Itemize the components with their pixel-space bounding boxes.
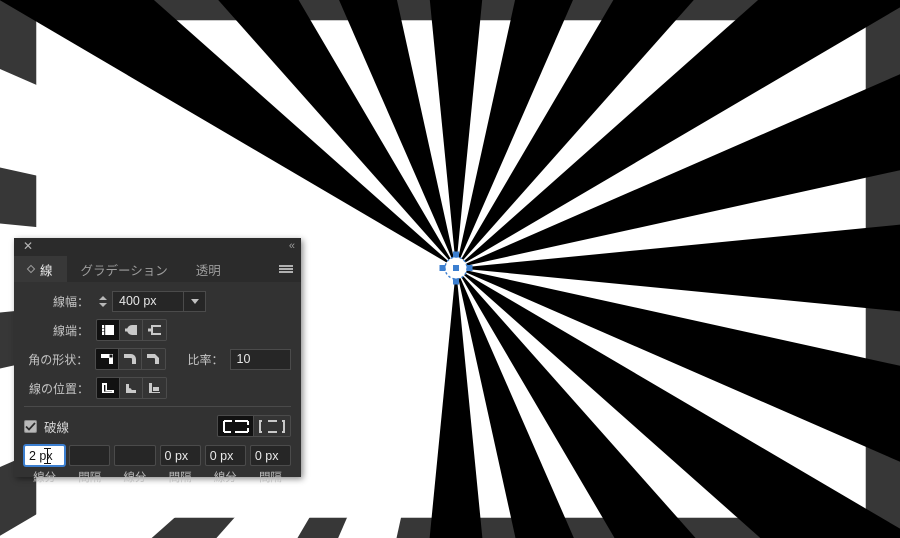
stroke-panel[interactable]: ✕ « 線 グラデーション 透明 線幅： 400 px 線端： 角の形状： 比率… <box>14 238 301 484</box>
dash-cell-4: 0 px 間隔 <box>159 445 201 485</box>
dash-caption-4: 間隔 <box>168 472 192 484</box>
dash-caption-1: 線分 <box>33 472 57 484</box>
close-icon[interactable]: ✕ <box>22 240 34 252</box>
round-join-icon[interactable] <box>119 349 142 369</box>
stroke-cap-group <box>96 319 167 341</box>
stroke-diamond-icon <box>26 264 36 274</box>
dashed-line-checkbox[interactable] <box>24 419 37 433</box>
menu-bar-3 <box>279 271 293 273</box>
chevron-down-icon <box>190 298 199 304</box>
dash-input-1[interactable]: 2 px <box>24 445 66 466</box>
dashed-line-row: 破線 <box>24 415 291 437</box>
dash-cell-6: 0 px 間隔 <box>249 445 292 485</box>
tab-stroke-label: 線 <box>40 263 53 278</box>
stepper-up-icon <box>99 295 107 300</box>
projecting-cap-icon[interactable] <box>143 320 166 340</box>
stroke-align-label: 線の位置： <box>28 381 89 396</box>
panel-menu-icon[interactable] <box>279 256 293 282</box>
round-cap-icon[interactable] <box>120 320 143 340</box>
stroke-corner-label: 角の形状： <box>28 352 89 367</box>
miter-ratio-label: 比率： <box>187 352 224 367</box>
stroke-align-group <box>96 377 167 399</box>
butt-cap-icon[interactable] <box>97 320 120 340</box>
dash-cell-1: 2 px 線分 <box>24 445 66 485</box>
dash-caption-5: 線分 <box>213 472 237 484</box>
align-center-icon[interactable] <box>97 378 120 398</box>
stroke-cap-label: 線端： <box>52 323 89 338</box>
stroke-cap-row: 線端： <box>24 319 291 341</box>
panel-tabbar: 線 グラデーション 透明 <box>14 256 301 282</box>
dash-input-5[interactable]: 0 px <box>204 445 246 466</box>
miter-ratio-input[interactable]: 10 <box>229 348 291 370</box>
tab-stroke[interactable]: 線 <box>14 256 67 282</box>
dash-alignment-group <box>217 415 291 437</box>
dash-cell-2: 間隔 <box>69 445 111 485</box>
stroke-align-row: 線の位置： <box>24 377 291 399</box>
menu-bar-2 <box>279 268 293 270</box>
dash-preserve-exact-icon[interactable] <box>218 416 254 436</box>
stroke-weight-row: 線幅： 400 px <box>24 290 291 312</box>
bevel-join-icon[interactable] <box>141 349 165 369</box>
dash-caption-3: 線分 <box>123 472 147 484</box>
dash-input-3[interactable] <box>114 445 156 466</box>
align-outside-icon[interactable] <box>143 378 166 398</box>
stroke-weight-input[interactable]: 400 px <box>112 290 184 312</box>
stroke-weight-dropdown[interactable] <box>184 290 206 312</box>
dash-cell-5: 0 px 線分 <box>204 445 246 485</box>
dash-input-4[interactable]: 0 px <box>159 445 201 466</box>
panel-titlebar[interactable]: ✕ « <box>14 238 301 256</box>
dash-caption-2: 間隔 <box>78 472 102 484</box>
panel-divider <box>24 406 291 407</box>
tab-transparency-label: 透明 <box>195 263 221 278</box>
stepper-down-icon <box>99 302 107 307</box>
tab-gradient[interactable]: グラデーション <box>67 256 182 282</box>
tab-gradient-label: グラデーション <box>80 263 168 278</box>
dash-input-1-value: 2 px <box>29 448 53 463</box>
dash-input-2[interactable] <box>69 445 111 466</box>
dash-pattern-fields: 2 px 線分 間隔 線分 0 px 間隔 0 px 線分 0 px 間隔 <box>24 445 292 485</box>
application-window: ✕ « 線 グラデーション 透明 線幅： 400 px 線端： 角の形状： 比率… <box>0 0 900 538</box>
dash-input-6[interactable]: 0 px <box>249 445 292 466</box>
dashed-line-label: 破線 <box>44 420 70 435</box>
menu-bar-1 <box>279 265 293 267</box>
dash-caption-6: 間隔 <box>258 472 282 484</box>
panel-body: 線幅： 400 px 線端： 角の形状： 比率： 10 線の位置： 破線 2 p… <box>14 282 301 485</box>
text-cursor <box>44 448 51 464</box>
collapse-panel-icon[interactable]: « <box>289 240 295 252</box>
align-inside-icon[interactable] <box>120 378 143 398</box>
stroke-corner-row: 角の形状： 比率： 10 <box>24 348 291 370</box>
stroke-weight-label: 線幅： <box>52 294 89 309</box>
stroke-corner-group <box>95 348 166 370</box>
miter-join-icon[interactable] <box>96 349 120 369</box>
tab-transparency[interactable]: 透明 <box>182 256 235 282</box>
dash-fit-corners-icon[interactable] <box>254 416 290 436</box>
dash-cell-3: 線分 <box>114 445 156 485</box>
stroke-weight-stepper[interactable] <box>96 290 110 312</box>
